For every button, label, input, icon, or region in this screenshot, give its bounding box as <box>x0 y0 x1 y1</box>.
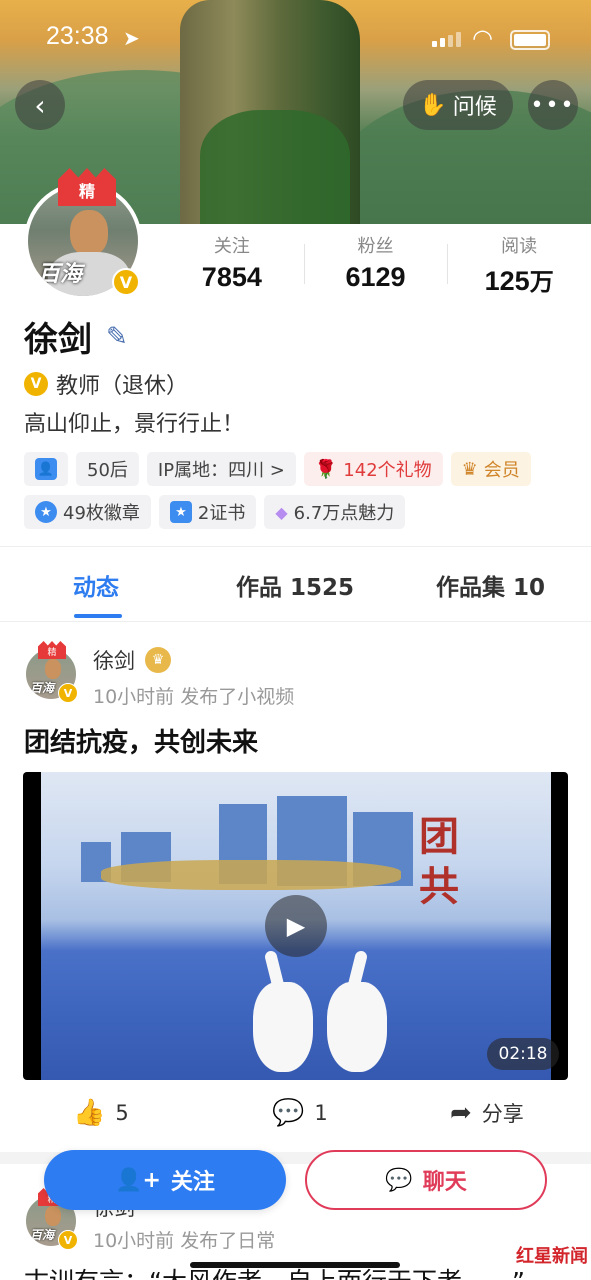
tab-collections[interactable]: 作品集 10 <box>436 568 545 602</box>
profile-name-row: 徐剑 ✎ <box>24 312 128 361</box>
tab-activity[interactable]: 动态 <box>73 568 119 602</box>
post-author[interactable]: 徐剑 ♛ <box>93 645 171 675</box>
profile-tags-row: ★ 49枚徽章 ★ 2证书 ◆ 6.7万点魅力 <box>24 495 584 529</box>
location-arrow-icon: ➤ <box>123 26 140 50</box>
star-medal-icon: ★ <box>35 501 57 523</box>
tag-certificates[interactable]: ★ 2证书 <box>158 495 257 529</box>
post-meta: 10小时前 发布了日常 <box>93 1230 276 1252</box>
profile-name: 徐剑 <box>24 320 92 360</box>
home-indicator[interactable] <box>190 1262 400 1268</box>
stat-label: 关注 <box>213 236 250 257</box>
tag-charm[interactable]: ◆ 6.7万点魅力 <box>264 495 406 529</box>
certificate-icon: ★ <box>169 501 192 523</box>
status-time: 23:38 <box>46 22 109 50</box>
featured-badge: 精 <box>38 641 66 659</box>
greet-label: 问候 <box>452 95 497 120</box>
add-user-icon: 👤+ <box>115 1167 161 1193</box>
rose-icon: 🌹 <box>314 458 338 480</box>
battery-icon <box>510 30 550 50</box>
tag-label: 49枚徽章 <box>63 503 140 524</box>
tag-age[interactable]: 50后 <box>76 452 139 486</box>
tag-label: 50后 <box>87 460 128 481</box>
tag-label: 会员 <box>483 460 520 481</box>
tag-label: 6.7万点魅力 <box>293 503 395 524</box>
verified-v-icon: V <box>24 372 48 396</box>
stat-label: 粉丝 <box>357 236 394 257</box>
status-bar: 23:38 ➤ ◠ <box>0 22 591 58</box>
profile-motto: 高山仰止，景行行止！ <box>24 412 245 437</box>
like-button[interactable]: 👍 5 <box>73 1098 129 1128</box>
play-icon: ▶ <box>286 912 306 940</box>
tag-person[interactable]: 👤 <box>24 452 68 486</box>
share-arrow-icon: ➦ <box>450 1098 472 1128</box>
stat-value: 6129 <box>345 262 406 292</box>
post-author-name: 徐剑 <box>93 649 135 673</box>
tag-label: 142个礼物 <box>343 460 432 481</box>
avatar-signature: 百海 <box>38 261 83 287</box>
follow-button[interactable]: 👤+ 关注 <box>44 1150 286 1210</box>
person-icon: 👤 <box>35 458 57 480</box>
tab-works[interactable]: 作品 1525 <box>236 568 354 602</box>
stat-reads[interactable]: 阅读 125万 <box>447 232 591 302</box>
waving-hand-icon: ✋ <box>419 92 447 118</box>
cellular-signal-icon <box>432 32 461 47</box>
share-label: 分享 <box>481 1102 524 1126</box>
post-meta: 10小时前 发布了小视频 <box>93 686 295 708</box>
play-button[interactable]: ▶ <box>265 895 327 957</box>
share-button[interactable]: ➦ 分享 <box>450 1098 524 1128</box>
chat-label: 聊天 <box>422 1170 467 1195</box>
verified-v-icon: V <box>58 1230 78 1250</box>
more-dots-icon: ••• <box>530 92 576 118</box>
divider <box>0 621 591 622</box>
verified-v-icon: V <box>58 683 78 703</box>
stat-label: 阅读 <box>501 236 538 257</box>
follow-label: 关注 <box>170 1170 215 1195</box>
chat-bubble-icon: 💬 <box>385 1167 413 1193</box>
profile-stats: 关注 7854 粉丝 6129 阅读 125万 <box>160 232 591 302</box>
stat-value: 125万 <box>484 266 554 296</box>
news-watermark: 红星新闻 <box>516 1242 588 1268</box>
tag-ip-location[interactable]: IP属地：四川 > <box>146 452 296 486</box>
stat-value: 7854 <box>201 262 262 292</box>
featured-badge: 精 <box>58 168 116 206</box>
profile-avatar[interactable]: 百海 精 V <box>24 168 144 300</box>
watermark-logo: 红星新闻 <box>516 1246 588 1267</box>
thumbs-up-icon: 👍 <box>73 1098 106 1128</box>
stat-followers[interactable]: 粉丝 6129 <box>303 232 448 302</box>
diamond-icon: ◆ <box>275 502 288 522</box>
tag-badges[interactable]: ★ 49枚徽章 <box>24 495 151 529</box>
comment-bubble-icon: 💬 <box>272 1098 305 1128</box>
tag-label: 2证书 <box>197 503 246 524</box>
wifi-icon: ◠ <box>472 24 493 52</box>
greet-button[interactable]: ✋ 问候 <box>403 80 513 130</box>
divider <box>0 546 591 547</box>
video-duration: 02:18 <box>487 1038 559 1070</box>
chat-button[interactable]: 💬 聊天 <box>305 1150 547 1210</box>
crown-badge-icon: ♛ <box>145 647 171 673</box>
video-calligraphy: 团共 <box>419 813 459 910</box>
post-author-avatar[interactable]: 百海 精 V <box>24 641 80 703</box>
video-player[interactable]: 团共 ▶ 02:18 <box>23 772 568 1080</box>
content-tabs: 动态 作品 1525 作品集 10 <box>0 560 591 622</box>
tag-gifts[interactable]: 🌹 142个礼物 <box>303 452 443 486</box>
post-actions: 👍 5 💬 1 ➦ 分享 <box>0 1098 591 1138</box>
verified-v-icon: V <box>112 268 140 296</box>
verification-row: V 教师（退休） <box>24 368 188 400</box>
more-button[interactable]: ••• <box>528 80 578 130</box>
back-button[interactable]: ‹ <box>15 80 65 130</box>
profile-tags-row: 👤 50后 IP属地：四川 > 🌹 142个礼物 ♛ 会员 <box>24 452 584 486</box>
post-title[interactable]: 团结抗疫，共创未来 <box>24 722 258 759</box>
stat-following[interactable]: 关注 7854 <box>160 232 304 302</box>
tag-member[interactable]: ♛ 会员 <box>450 452 531 486</box>
stat-unit: 万 <box>529 269 554 296</box>
chevron-left-icon: ‹ <box>34 88 46 122</box>
active-tab-indicator <box>74 614 122 618</box>
like-count: 5 <box>115 1101 129 1125</box>
crown-icon: ♛ <box>461 458 478 480</box>
tag-label: IP属地：四川 > <box>157 460 285 481</box>
verification-text: 教师（退休） <box>56 374 189 399</box>
comment-button[interactable]: 💬 1 <box>272 1098 328 1128</box>
edit-pencil-icon[interactable]: ✎ <box>106 322 128 352</box>
comment-count: 1 <box>314 1101 328 1125</box>
